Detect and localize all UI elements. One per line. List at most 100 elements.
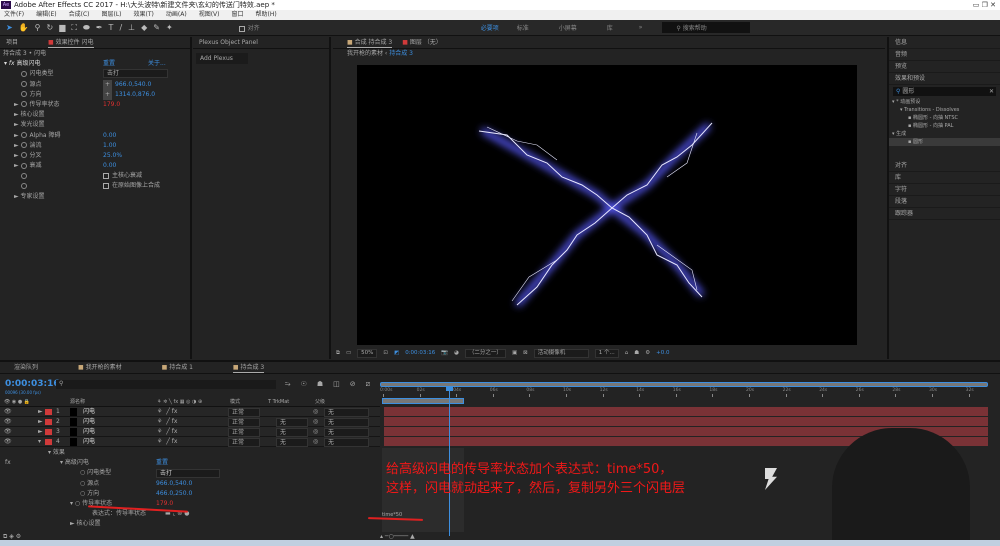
- stopwatch-icon[interactable]: [20, 182, 27, 189]
- preset-item[interactable]: ▪ 椭圆形 - 向抽 PAL: [889, 122, 1000, 130]
- layer-row[interactable]: 👁 ▾ 4 闪电 ⚘ ╱ fx 正常 无 ◎ 无: [0, 437, 380, 447]
- more-workspaces-icon[interactable]: »: [639, 24, 643, 31]
- parent-select[interactable]: 无: [324, 408, 369, 417]
- trkmat-select[interactable]: 无: [276, 418, 308, 427]
- workspace-standard[interactable]: 标准: [517, 23, 529, 32]
- timeline-property[interactable]: fx ▾ 高级闪电 重置: [0, 458, 380, 468]
- flowchart-icon[interactable]: ☗: [634, 350, 639, 356]
- tab-composition[interactable]: ■ 合成 持合成 3: [347, 37, 393, 48]
- expand-arrow-icon[interactable]: ▾: [38, 437, 41, 447]
- zoom-select[interactable]: 50%: [357, 348, 378, 358]
- parent-select[interactable]: 无: [324, 438, 369, 447]
- layer-name[interactable]: 闪电: [83, 407, 95, 417]
- right-panel-tab-3[interactable]: 效果和预设: [889, 73, 1000, 85]
- property-value[interactable]: 在原始图像上合成: [103, 181, 160, 191]
- parent-select[interactable]: 无: [324, 428, 369, 437]
- pickwhip-icon[interactable]: ◎: [313, 437, 318, 447]
- mode-select[interactable]: 正常: [228, 438, 260, 447]
- snap-checkbox[interactable]: 对齐: [238, 23, 260, 32]
- selection-tool-icon[interactable]: ➤: [6, 23, 13, 32]
- stopwatch-icon[interactable]: [20, 70, 27, 77]
- checkbox[interactable]: [103, 172, 109, 179]
- property-value[interactable]: 25.0%: [103, 151, 122, 161]
- layer-switches[interactable]: ⚘ ╱ fx: [157, 437, 177, 447]
- label-color[interactable]: [45, 419, 52, 425]
- exposure-value[interactable]: +0.0: [656, 350, 669, 356]
- property-value[interactable]: 179.0: [103, 100, 120, 110]
- work-area-bar[interactable]: [380, 382, 988, 387]
- hand-tool-icon[interactable]: ✋: [19, 23, 29, 32]
- stopwatch-icon[interactable]: [20, 172, 27, 179]
- timeline-property[interactable]: ► 核心设置: [0, 519, 380, 529]
- property-value[interactable]: +1314.0,876.0: [103, 89, 155, 100]
- preset-item[interactable]: ▾ * 动画预设: [889, 98, 1000, 106]
- roi-icon[interactable]: ▣: [512, 350, 517, 356]
- zoom-range-bar[interactable]: [382, 398, 464, 404]
- mode-select[interactable]: 正常: [228, 408, 260, 417]
- search-help-input[interactable]: ⚲ 搜索帮助: [662, 22, 751, 33]
- visibility-icon[interactable]: 👁: [4, 407, 12, 417]
- preset-item[interactable]: ▪ 圆形: [889, 138, 1000, 146]
- layer-name[interactable]: 闪电: [83, 417, 95, 427]
- transparency-grid-icon[interactable]: ◩: [394, 350, 399, 356]
- workspace-essentials[interactable]: 必要项: [481, 23, 499, 32]
- monitor-icon[interactable]: ▭: [346, 350, 351, 356]
- preset-item[interactable]: ▾ 生成: [889, 130, 1000, 138]
- right-panel-tab-7[interactable]: 段落: [889, 196, 1000, 208]
- composition-viewer[interactable]: [357, 65, 857, 345]
- timeline-property[interactable]: ○ 源点 966.0,540.0: [0, 479, 380, 489]
- label-color[interactable]: [45, 439, 52, 445]
- layer-switches[interactable]: ⚘ ╱ fx: [157, 427, 177, 437]
- label-color[interactable]: [45, 429, 52, 435]
- tab-layer[interactable]: ■ 图层 （无）: [402, 37, 442, 48]
- stamp-tool-icon[interactable]: ⊥: [128, 23, 135, 32]
- menu-item[interactable]: 合成(C): [69, 10, 90, 20]
- snapshot-icon[interactable]: 📷: [441, 350, 448, 356]
- stopwatch-icon[interactable]: [20, 132, 27, 138]
- stopwatch-icon[interactable]: [20, 81, 27, 88]
- stopwatch-icon[interactable]: [20, 101, 27, 108]
- time-ruler[interactable]: 0:00s 02s 04s 06s 08s 10s 12s 14s 16s 18s 20s 22s 24…: [380, 388, 988, 398]
- timeline-property[interactable]: 表达式：传导率状态 ▬ ⌞ ⊚ ●: [0, 509, 380, 519]
- visibility-icon[interactable]: 👁: [4, 427, 12, 437]
- camera-select[interactable]: 活动摄像机: [533, 348, 589, 358]
- mode-select[interactable]: 正常: [228, 428, 260, 437]
- zoom-tool-icon[interactable]: ⚲: [35, 23, 41, 32]
- property-value[interactable]: +966.0,540.0: [103, 79, 151, 90]
- visibility-icon[interactable]: 👁: [4, 417, 12, 427]
- color-channel-icon[interactable]: ◕: [454, 350, 459, 356]
- motion-blur-icon[interactable]: ◫: [333, 380, 340, 389]
- property-value[interactable]: 主核心衰减: [103, 171, 142, 181]
- crumb-comp[interactable]: 持合成 3: [389, 50, 413, 57]
- expand-arrow-icon[interactable]: ►: [38, 407, 43, 417]
- expand-arrow-icon[interactable]: ►: [38, 427, 43, 437]
- pickwhip-icon[interactable]: ◎: [313, 407, 318, 417]
- stopwatch-icon[interactable]: [20, 91, 27, 98]
- expand-arrow-icon[interactable]: ►: [38, 417, 43, 427]
- value-text[interactable]: 0.00: [103, 132, 116, 139]
- timeline-tab[interactable]: ■ 持合成 1: [162, 362, 193, 373]
- visibility-icon[interactable]: 👁: [4, 437, 12, 447]
- shy-icon[interactable]: ☉: [301, 380, 307, 389]
- right-panel-tab-8[interactable]: 跟踪器: [889, 208, 1000, 220]
- property-value[interactable]: 0.00: [103, 131, 116, 141]
- layer-name[interactable]: 闪电: [83, 437, 95, 447]
- timeline-timecode[interactable]: 0:00:03:16: [5, 379, 60, 389]
- right-panel-tab-5[interactable]: 库: [889, 172, 1000, 184]
- always-preview-icon[interactable]: ⧉: [336, 350, 340, 357]
- value-text[interactable]: 1314.0,876.0: [115, 91, 155, 98]
- timeline-property[interactable]: ▾ ○ 传导率状态 179.0: [0, 499, 380, 509]
- expand-arrow-icon[interactable]: ►: [14, 101, 21, 108]
- roto-tool-icon[interactable]: ✎: [153, 23, 160, 32]
- expand-arrow-icon[interactable]: ►: [14, 142, 21, 149]
- mode-select[interactable]: 正常: [228, 418, 260, 427]
- menu-item[interactable]: 效果(T): [134, 10, 154, 20]
- zoom-slider[interactable]: ▴ ─○──── ▲: [380, 533, 415, 540]
- layer-row[interactable]: 👁 ► 1 闪电 ⚘ ╱ fx 正常 ◎ 无: [0, 407, 380, 417]
- timeline-property[interactable]: ▾ 效果: [0, 448, 380, 458]
- property-value[interactable]: 击打: [156, 469, 220, 479]
- property-value[interactable]: 击打: [103, 69, 168, 79]
- right-panel-tab-0[interactable]: 信息: [889, 37, 1000, 49]
- right-panel-tab-6[interactable]: 字符: [889, 184, 1000, 196]
- region-icon[interactable]: ⊡: [383, 350, 388, 356]
